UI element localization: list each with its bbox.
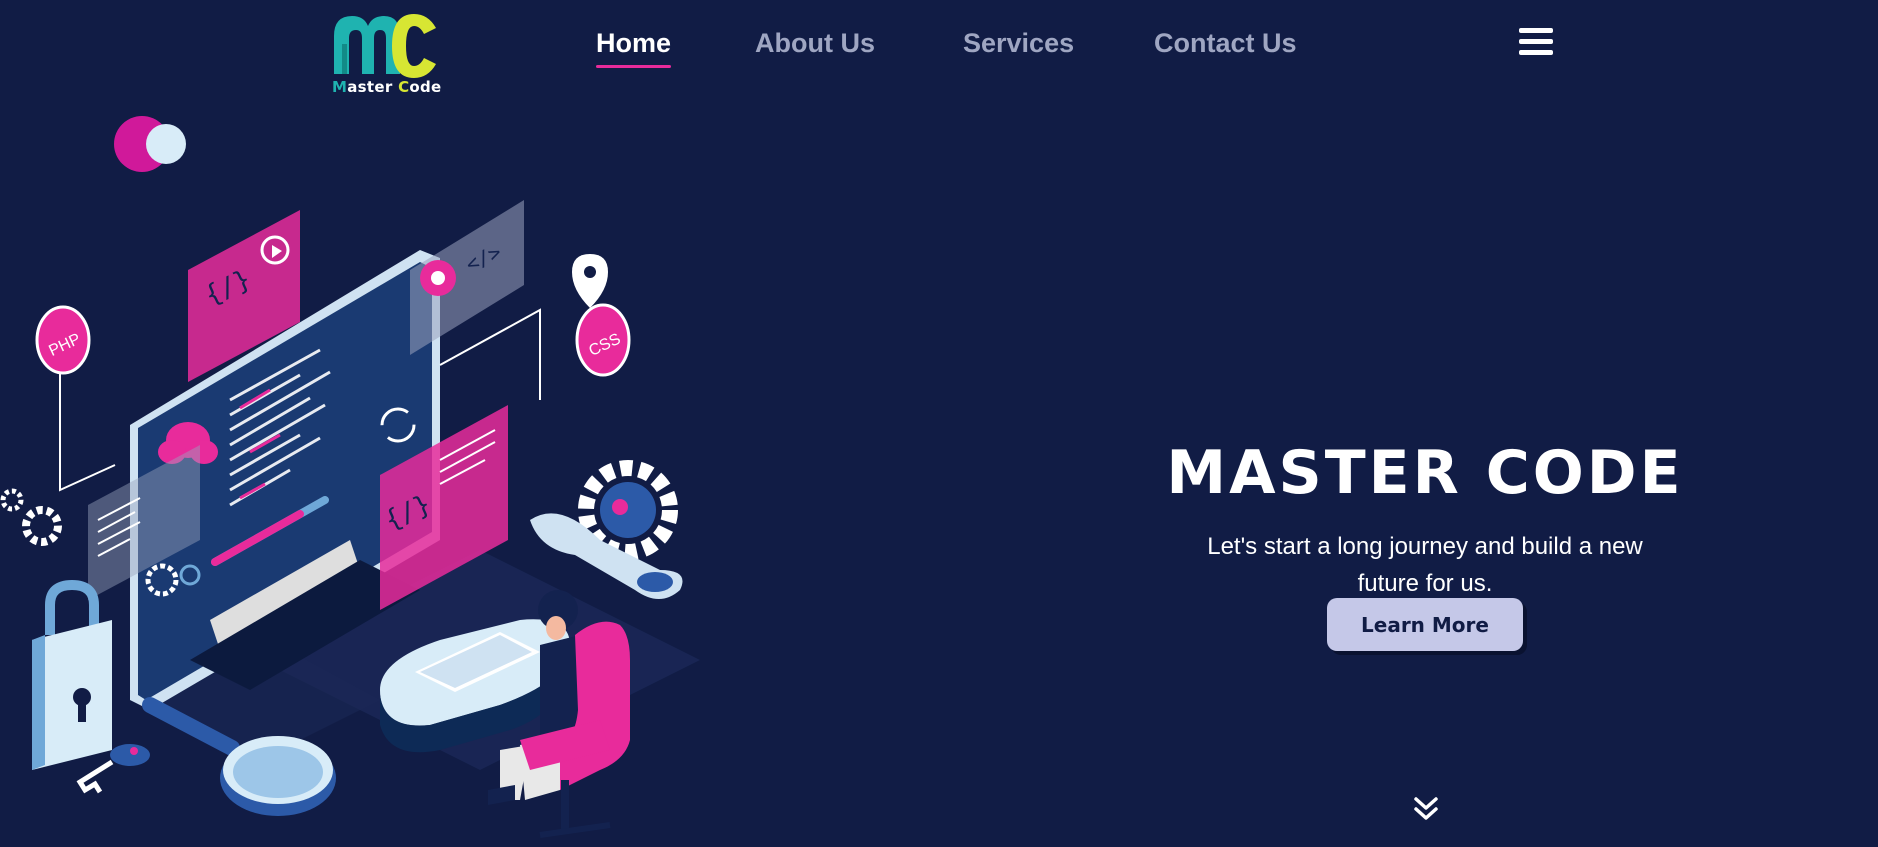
nav-services[interactable]: Services: [963, 28, 1074, 59]
nav-about-us[interactable]: About Us: [755, 28, 875, 59]
nav-home[interactable]: Home: [596, 28, 672, 68]
gears-icon: [0, 488, 62, 546]
padlock-icon: [32, 579, 112, 770]
code-tag-panel-icon: </>: [410, 200, 524, 355]
learn-more-button[interactable]: Learn More: [1327, 598, 1523, 651]
hamburger-icon[interactable]: [1519, 28, 1553, 58]
brand-logo[interactable]: Master Code: [330, 8, 445, 98]
active-nav-underline: [596, 65, 672, 68]
toggle-circles-icon: [114, 116, 186, 172]
hero-subtitle: Let's start a long journey and build a n…: [1207, 533, 1643, 597]
double-chevron-down-icon[interactable]: [1412, 795, 1440, 823]
php-badge-icon: PHP: [35, 305, 91, 375]
nav-home-label: Home: [596, 28, 672, 58]
hero-title: MASTER CODE: [1166, 438, 1684, 509]
hero-illustration: {/} </> {/} PHP CSS: [0, 100, 760, 843]
css-badge-icon: CSS: [575, 303, 631, 377]
location-pin-icon: [572, 254, 608, 308]
logo-mark-icon: [334, 14, 436, 78]
wrench-gear-icon: [530, 460, 683, 599]
nav-contact-us[interactable]: Contact Us: [1154, 28, 1297, 59]
